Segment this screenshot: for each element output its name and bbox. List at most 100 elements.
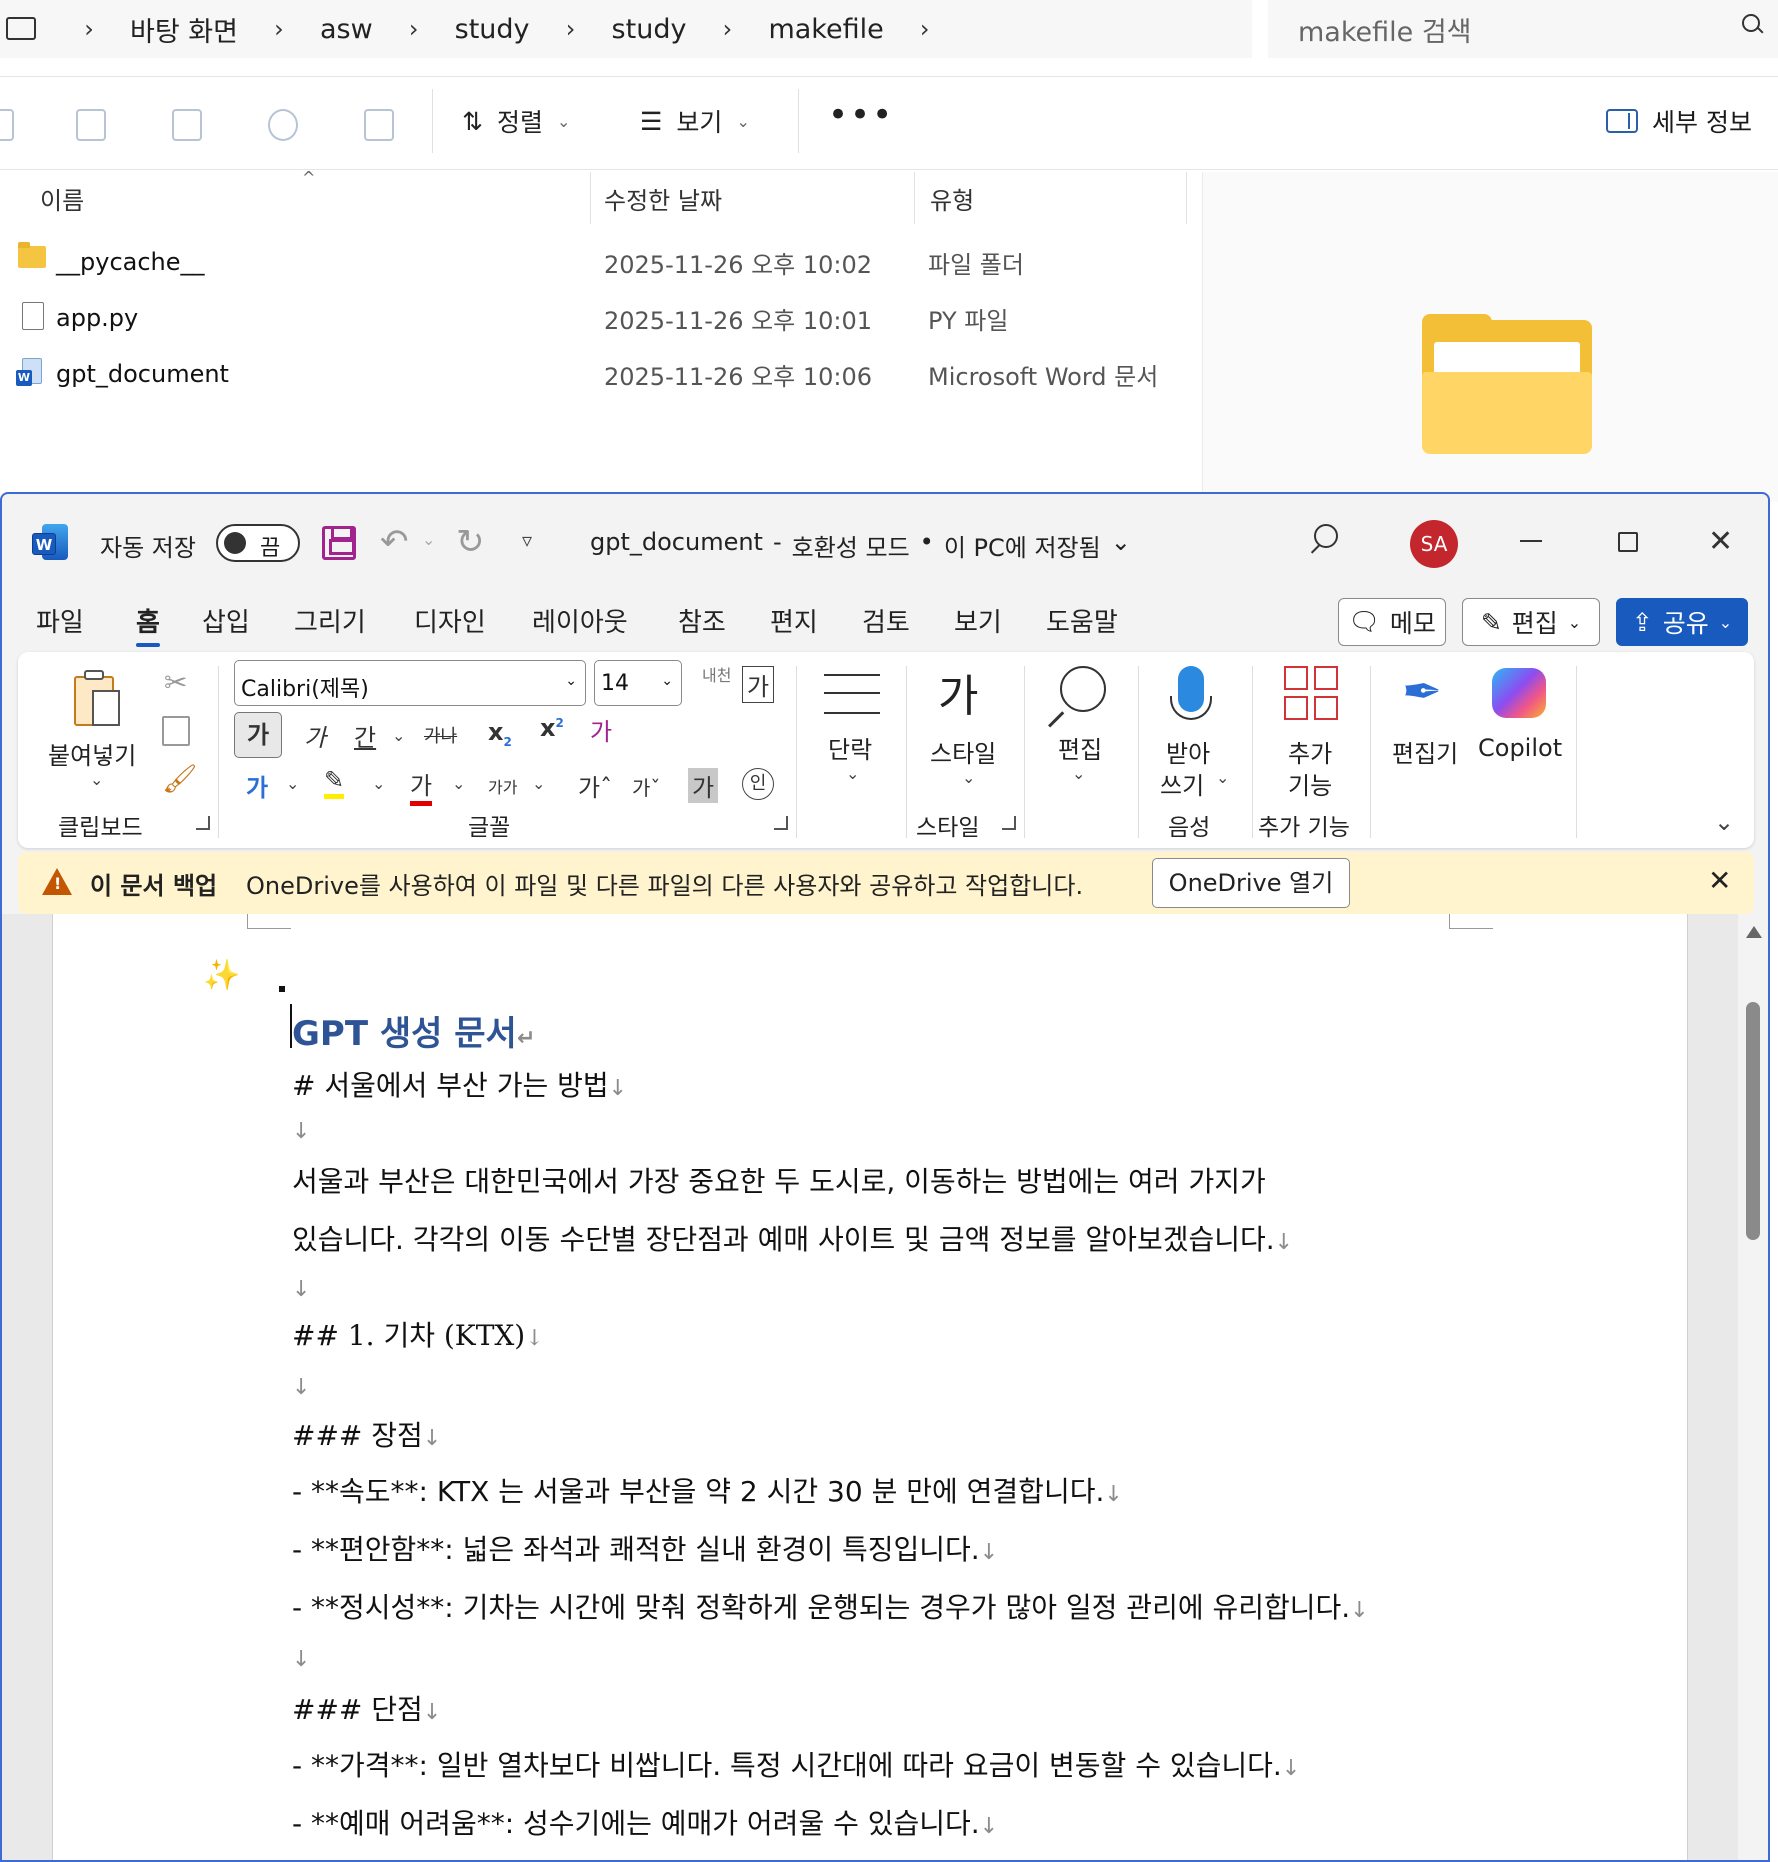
delete-icon[interactable] [364,109,394,141]
paste-button[interactable]: 붙여넣기 [48,736,136,771]
tab-mailings[interactable]: 편지 [770,602,818,639]
chevron-right-icon[interactable]: › [716,15,738,43]
sort-button[interactable]: ⇅ 정렬 ⌄ [462,103,570,139]
tab-view[interactable]: 보기 [954,602,1002,639]
chevron-right-icon[interactable]: › [914,15,936,43]
chevron-down-icon[interactable]: ⌄ [392,726,405,745]
editor-button[interactable]: 편집기 [1392,734,1458,769]
file-row[interactable]: __pycache__ 2025-11-26 오후 10:02 파일 폴더 [0,236,1200,288]
search-icon[interactable] [1742,14,1764,36]
format-painter-icon[interactable]: 🖌 [162,762,198,795]
close-icon[interactable]: ✕ [1708,524,1733,559]
paragraph-button[interactable]: 단락 [828,730,872,765]
ai-draft-icon[interactable]: ✨ [203,958,240,993]
tab-file[interactable]: 파일 [36,602,84,639]
styles-icon[interactable]: 가 [938,660,978,724]
document-line[interactable]: 있습니다. 각각의 이동 수단별 장단점과 예매 사이트 및 금액 정보를 알아… [292,1218,1293,1258]
scroll-thumb[interactable] [1746,1002,1760,1240]
share-icon[interactable] [268,109,298,141]
underline-icon[interactable]: 간 [354,718,376,753]
document-line[interactable]: - **편안함**: 넓은 좌석과 쾌적한 실내 환경이 특징입니다.↓ [292,1528,998,1568]
cut-icon[interactable]: ✂ [164,666,187,699]
tab-layout[interactable]: 레이아웃 [532,602,628,639]
document-line[interactable]: ↓ [292,1368,310,1401]
collapse-ribbon-icon[interactable]: ⌄ [1714,808,1734,836]
save-icon[interactable] [322,526,356,560]
view-button[interactable]: ☰ 보기 ⌄ [640,103,750,139]
chevron-down-icon[interactable]: ⌄ [422,530,435,549]
share-button[interactable]: ⇪ 공유 ⌄ [1616,598,1748,646]
grow-font-icon[interactable]: 가ˆ [578,768,612,803]
dialog-launcher-icon[interactable] [196,816,210,830]
vertical-scrollbar[interactable] [1738,914,1768,1860]
chevron-down-icon[interactable]: ⌄ [372,774,385,793]
tab-review[interactable]: 검토 [862,602,910,639]
rename-icon[interactable] [172,109,202,141]
chevron-down-icon[interactable]: ⌄ [846,764,859,783]
document-line[interactable]: ### 장점↓ [292,1414,441,1454]
document-line[interactable]: 서울과 부산은 대한민국에서 가장 중요한 두 도시로, 이동하는 방법에는 여… [292,1160,1266,1200]
autosave-toggle[interactable]: 끔 [216,524,300,562]
copilot-icon[interactable] [1492,668,1546,718]
styles-button[interactable]: 스타일 [930,734,996,769]
breadcrumb-item[interactable]: study [612,14,687,45]
copy-icon[interactable] [76,109,106,141]
editor-icon[interactable]: ✒ [1402,664,1442,720]
font-size-select[interactable]: 14 ⌄ [594,660,682,706]
tab-help[interactable]: 도움말 [1046,602,1118,639]
open-onedrive-button[interactable]: OneDrive 열기 [1152,858,1350,908]
enclose-characters-icon[interactable]: 인 [742,768,774,800]
char-shading-icon[interactable]: 가 [688,768,719,803]
enclosed-char-icon[interactable]: 가 [742,666,775,703]
search-input[interactable]: makefile 검색 [1268,0,1778,58]
column-header-date[interactable]: 수정한 날짜 [604,172,722,224]
shrink-font-icon[interactable]: 가ˇ [632,772,660,801]
document-line[interactable]: # 서울에서 부산 가는 방법↓ [292,1064,627,1104]
close-icon[interactable]: ✕ [1708,864,1731,897]
chevron-right-icon[interactable]: › [560,15,582,43]
tab-design[interactable]: 디자인 [414,602,486,639]
tab-references[interactable]: 참조 [678,602,726,639]
column-header-type[interactable]: 유형 [930,172,974,224]
chevron-down-icon[interactable]: ⌄ [962,768,975,787]
text-effects-icon[interactable]: 가 [246,768,268,803]
address-bar[interactable]: › 바탕 화면 › asw › study › study › makefile… [0,0,1252,58]
dictate-label-2[interactable]: 쓰기 [1160,766,1204,801]
paste-icon[interactable] [74,670,124,728]
dialog-launcher-icon[interactable] [774,816,788,830]
document-heading[interactable]: GPT 생성 문서↵ [292,1006,535,1055]
superscript-icon[interactable]: x2 [540,714,564,742]
document-line[interactable]: ### 단점↓ [292,1688,441,1728]
italic-icon[interactable]: 가 [304,718,326,753]
breadcrumb-item[interactable]: asw [320,14,373,45]
chevron-down-icon[interactable]: ⌄ [90,770,103,789]
breadcrumb-item[interactable]: 바탕 화면 [130,10,238,49]
copy-icon[interactable] [162,716,190,746]
this-pc-icon[interactable] [2,15,38,43]
breadcrumb-item[interactable]: makefile [768,14,883,45]
details-pane-button[interactable]: 세부 정보 [1606,103,1752,139]
cut-icon[interactable] [0,109,14,141]
document-line[interactable]: ↓ [292,1270,310,1303]
scroll-up-icon[interactable] [1746,926,1762,938]
undo-icon[interactable]: ↶ [380,522,409,562]
bold-icon[interactable]: 가 [234,712,282,758]
add-ins-label-2[interactable]: 기능 [1288,766,1332,801]
avatar[interactable]: SA [1410,520,1458,568]
redo-icon[interactable]: ↻ [456,522,485,562]
font-color-icon[interactable]: 가 [410,766,433,806]
document-line[interactable]: - **속도**: KTX 는 서울과 부산을 약 2 시간 30 분 만에 연… [292,1470,1123,1510]
chevron-right-icon[interactable]: › [78,15,100,43]
maximize-icon[interactable] [1618,532,1638,552]
chevron-down-icon[interactable]: ⌄ [1072,764,1085,783]
font-name-select[interactable]: Calibri(제목) ⌄ [234,660,586,706]
tab-insert[interactable]: 삽입 [202,602,250,639]
column-header-name[interactable]: 이름 [40,172,84,224]
add-ins-label[interactable]: 추가 [1288,734,1332,769]
document-line[interactable]: ## 1. 기차 (KTX)↓ [292,1314,544,1354]
document-line[interactable]: ↓ [292,1112,310,1145]
subscript-icon[interactable]: x2 [488,718,512,749]
highlight-icon[interactable]: ✎ [324,766,345,799]
document-line[interactable]: - **가격**: 일반 열차보다 비쌉니다. 특정 시간대에 따라 요금이 변… [292,1744,1300,1784]
add-ins-icon[interactable] [1284,666,1338,720]
